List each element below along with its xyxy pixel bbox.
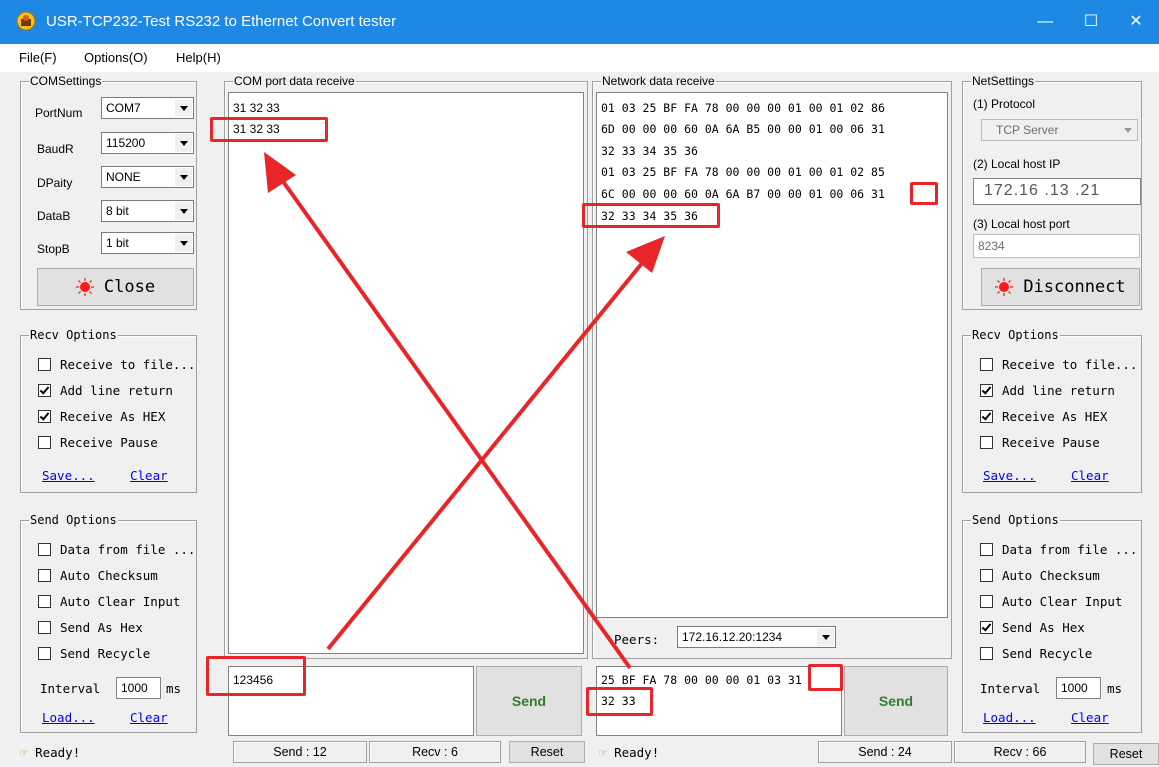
status-light-icon: [995, 278, 1014, 296]
right-send-clear-link[interactable]: Clear: [1071, 710, 1109, 725]
left-interval-input[interactable]: 1000: [116, 677, 161, 699]
network-send-input[interactable]: 25 BF FA 78 00 00 00 01 03 31 32 33: [596, 666, 842, 736]
close-port-label: Close: [103, 277, 156, 297]
close-window-button[interactable]: ✕: [1113, 0, 1159, 44]
com-receive-textarea[interactable]: 31 32 33 31 32 33: [228, 92, 584, 654]
network-receive-textarea[interactable]: 01 03 25 BF FA 78 00 00 00 01 00 01 02 8…: [596, 92, 948, 618]
portnum-label: PortNum: [35, 106, 83, 120]
disconnect-label: Disconnect: [1023, 277, 1126, 297]
right-recv-options-title: Recv Options: [971, 328, 1060, 342]
right-save-link[interactable]: Save...: [983, 468, 1036, 483]
com-send-input[interactable]: 123456: [228, 666, 474, 736]
databits-select[interactable]: 8 bit: [101, 200, 194, 222]
left-recv-options-title: Recv Options: [29, 328, 118, 342]
menu-help[interactable]: Help(H): [176, 50, 221, 65]
menu-options[interactable]: Options(O): [84, 50, 148, 65]
right-status-ready: ☞ Ready!: [599, 745, 660, 760]
maximize-button[interactable]: ☐: [1068, 0, 1114, 44]
com-receive-line-2: 31 32 33: [233, 122, 280, 136]
left-interval-label: Interval: [40, 681, 101, 696]
stopbits-select[interactable]: 1 bit: [101, 232, 194, 254]
left-recv-count: Recv : 6: [369, 741, 501, 763]
stopbits-label: StopB: [37, 242, 70, 256]
chevron-down-icon: [175, 168, 192, 186]
menu-bar: File(F) Options(O) Help(H): [0, 44, 1159, 72]
left-status-ready: ☞ Ready!: [20, 745, 81, 760]
network-receive-title: Network data receive: [601, 74, 716, 88]
left-send-options-title: Send Options: [29, 513, 118, 527]
left-recv-clear-link[interactable]: Clear: [130, 468, 168, 483]
status-light-icon: [75, 278, 94, 296]
com-receive-title: COM port data receive: [233, 74, 356, 88]
left-send-clear-link[interactable]: Clear: [130, 710, 168, 725]
parity-select[interactable]: NONE: [101, 166, 194, 188]
right-interval-label: Interval: [980, 681, 1041, 696]
network-receive-line-6: 32 33 34 35 36: [601, 209, 698, 223]
pointing-hand-icon: ☞: [20, 745, 28, 760]
local-port-label: (3) Local host port: [973, 217, 1070, 231]
protocol-label: (1) Protocol: [973, 97, 1036, 111]
right-reset-button[interactable]: Reset: [1093, 743, 1159, 765]
pointing-hand-icon: ☞: [599, 745, 607, 760]
app-icon: [16, 11, 36, 31]
local-ip-label: (2) Local host IP: [973, 157, 1061, 171]
disconnect-button[interactable]: Disconnect: [981, 268, 1140, 306]
network-receive-line-4: 01 03 25 BF FA 78 00 00 00 01 00 01 02 8…: [601, 165, 885, 179]
chevron-down-icon: [175, 234, 192, 252]
right-interval-unit: ms: [1107, 681, 1123, 696]
network-receive-line-2: 6D 00 00 00 60 0A 6A B5 00 00 01 00 06 3…: [601, 122, 885, 136]
chevron-down-icon: [1119, 121, 1136, 139]
left-load-link[interactable]: Load...: [42, 710, 95, 725]
protocol-select[interactable]: TCP Server: [981, 119, 1138, 141]
left-interval-unit: ms: [166, 681, 182, 696]
right-recv-clear-link[interactable]: Clear: [1071, 468, 1109, 483]
network-receive-line-5: 6C 00 00 00 60 0A 6A B7 00 00 01 00 06 3…: [601, 187, 885, 201]
baudrate-select[interactable]: 115200: [101, 132, 194, 154]
right-send-options-title: Send Options: [971, 513, 1060, 527]
right-send-count: Send : 24: [818, 741, 952, 763]
right-load-link[interactable]: Load...: [983, 710, 1036, 725]
chevron-down-icon: [817, 628, 834, 646]
com-send-button[interactable]: Send: [476, 666, 582, 736]
left-reset-button[interactable]: Reset: [509, 741, 585, 763]
window-title: USR-TCP232-Test RS232 to Ethernet Conver…: [46, 13, 397, 30]
chevron-down-icon: [175, 99, 192, 117]
right-interval-input[interactable]: 1000: [1056, 677, 1101, 699]
minimize-button[interactable]: —: [1022, 0, 1068, 44]
local-port-input[interactable]: 8234: [973, 234, 1140, 258]
close-port-button[interactable]: Close: [37, 268, 194, 306]
chevron-down-icon: [175, 202, 192, 220]
databits-label: DataB: [37, 209, 71, 223]
network-receive-line-3: 32 33 34 35 36: [601, 144, 698, 158]
peers-label: Peers:: [614, 632, 660, 647]
com-receive-line-1: 31 32 33: [233, 101, 280, 115]
left-save-link[interactable]: Save...: [42, 468, 95, 483]
title-bar: USR-TCP232-Test RS232 to Ethernet Conver…: [0, 0, 1159, 44]
parity-label: DPaity: [37, 176, 73, 190]
network-receive-line-1: 01 03 25 BF FA 78 00 00 00 01 00 01 02 8…: [601, 101, 885, 115]
baudrate-label: BaudR: [37, 142, 74, 156]
local-ip-input[interactable]: 172.16 .13 .21: [973, 178, 1141, 205]
chevron-down-icon: [175, 134, 192, 152]
com-settings-title: COMSettings: [29, 74, 103, 88]
right-recv-count: Recv : 66: [954, 741, 1086, 763]
net-settings-title: NetSettings: [971, 74, 1036, 88]
network-send-button[interactable]: Send: [844, 666, 948, 736]
menu-file[interactable]: File(F): [19, 50, 57, 65]
portnum-select[interactable]: COM7: [101, 97, 194, 119]
left-send-count: Send : 12: [233, 741, 367, 763]
peers-select[interactable]: 172.16.12.20:1234: [677, 626, 836, 648]
